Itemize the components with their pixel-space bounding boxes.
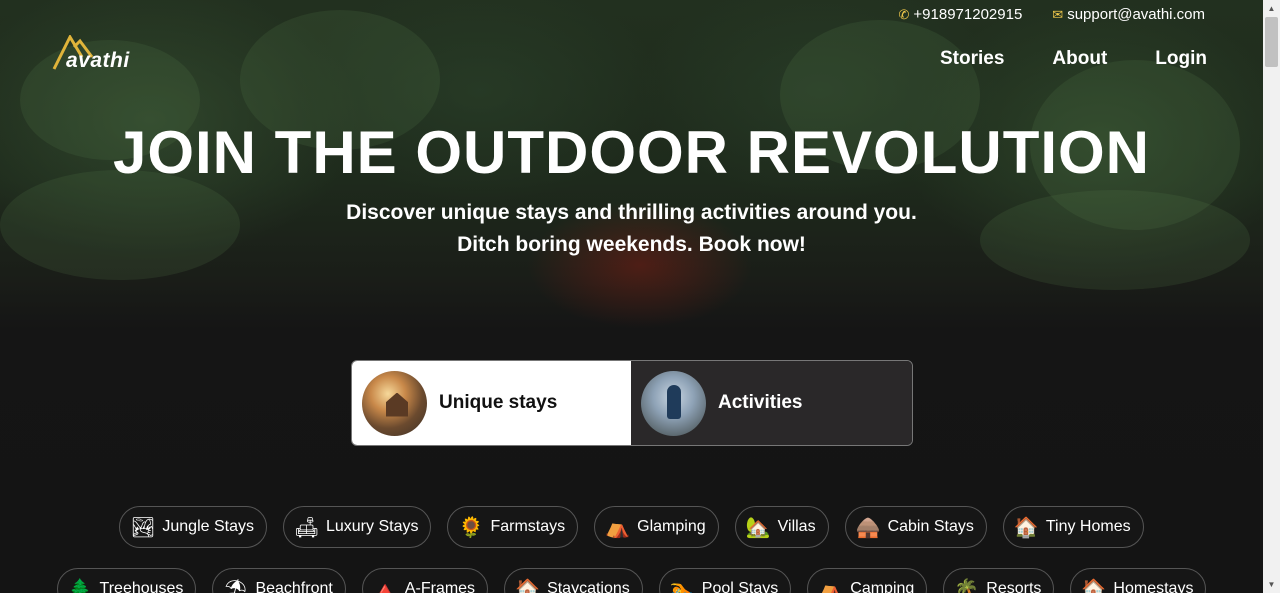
- nav-about[interactable]: About: [1052, 48, 1107, 70]
- chip-label: Treehouses: [99, 580, 184, 593]
- nav-stories[interactable]: Stories: [940, 48, 1004, 70]
- palm-tree-icon: 🌴: [954, 578, 980, 593]
- hero-subtitle-2: Ditch boring weekends. Book now!: [457, 233, 806, 256]
- scroll-up-arrow-icon[interactable]: ▲: [1263, 0, 1280, 17]
- category-chip-treehouses[interactable]: 🌲 Treehouses: [56, 568, 197, 593]
- chip-label: Cabin Stays: [887, 518, 974, 535]
- category-chip-tiny-homes[interactable]: 🏠 Tiny Homes: [1002, 506, 1144, 548]
- house-icon: 🏠: [1081, 578, 1107, 593]
- chip-label: Camping: [850, 580, 915, 593]
- swimmer-icon: 🏊: [669, 578, 695, 593]
- unique-stays-thumbnail: [362, 370, 427, 436]
- tent-icon: ⛺: [818, 578, 844, 593]
- category-chip-glamping[interactable]: ⛺ Glamping: [594, 506, 719, 548]
- toggle-unique-stays-label: Unique stays: [439, 392, 558, 413]
- contact-bar: ✆ +918971202915 ✉ support@avathi.com: [899, 6, 1205, 23]
- chip-label: Farmstays: [490, 518, 566, 535]
- phone-number[interactable]: +918971202915: [913, 6, 1022, 23]
- chip-label: Resorts: [986, 580, 1042, 593]
- jungle-icon: 🏞: [130, 516, 156, 539]
- chip-label: Beachfront: [255, 580, 333, 593]
- phone-icon: ✆: [898, 6, 910, 22]
- chip-label: Staycations: [547, 580, 630, 593]
- beach-umbrella-icon: ⛱: [223, 578, 249, 593]
- envelope-icon: ✉: [1052, 6, 1064, 22]
- email-address[interactable]: support@avathi.com: [1067, 6, 1205, 23]
- contact-email[interactable]: ✉ support@avathi.com: [1052, 6, 1205, 23]
- category-chip-camping[interactable]: ⛺ Camping: [807, 568, 928, 593]
- category-chip-homestays[interactable]: 🏠 Homestays: [1070, 568, 1207, 593]
- sofa-icon: 🛋: [293, 516, 320, 539]
- chip-label: Glamping: [637, 518, 706, 535]
- sunflower-icon: 🌻: [458, 516, 484, 539]
- nav-login[interactable]: Login: [1155, 48, 1207, 70]
- category-chip-jungle-stays[interactable]: 🏞 Jungle Stays: [119, 506, 267, 548]
- scroll-down-arrow-icon[interactable]: ▼: [1263, 576, 1280, 593]
- tent-icon: ⛺: [605, 516, 631, 539]
- house-garden-icon: 🏡: [745, 516, 771, 539]
- category-chip-beachfront[interactable]: ⛱ Beachfront: [212, 568, 346, 593]
- chip-label: A-Frames: [404, 580, 476, 593]
- hero-background: [0, 0, 1263, 593]
- category-chip-villas[interactable]: 🏡 Villas: [734, 506, 829, 548]
- tree-icon: 🌲: [67, 578, 93, 593]
- category-chip-cabin-stays[interactable]: 🛖 Cabin Stays: [844, 506, 987, 548]
- category-chip-resorts[interactable]: 🌴 Resorts: [943, 568, 1055, 593]
- chip-label: Tiny Homes: [1045, 518, 1131, 535]
- activities-thumbnail: [641, 370, 706, 436]
- page-scrollbar[interactable]: ▲ ▼: [1263, 0, 1280, 593]
- house-icon: 🏠: [1013, 516, 1039, 539]
- hut-icon: 🛖: [855, 516, 881, 539]
- toggle-activities[interactable]: Activities: [631, 361, 912, 445]
- category-chip-pool-stays[interactable]: 🏊 Pool Stays: [658, 568, 792, 593]
- hero-subtitle-1: Discover unique stays and thrilling acti…: [346, 201, 917, 224]
- category-chip-a-frames[interactable]: 🔺 A-Frames: [361, 568, 489, 593]
- a-frame-icon: 🔺: [372, 578, 398, 593]
- logo[interactable]: avathi: [52, 35, 142, 75]
- category-chip-farmstays[interactable]: 🌻 Farmstays: [447, 506, 579, 548]
- house-icon: 🏠: [515, 578, 540, 593]
- hero-headline: JOIN THE OUTDOOR REVOLUTION: [112, 119, 1151, 186]
- logo-text: avathi: [66, 49, 130, 72]
- toggle-unique-stays[interactable]: Unique stays: [352, 361, 631, 445]
- contact-phone[interactable]: ✆ +918971202915: [899, 6, 1023, 23]
- chip-label: Jungle Stays: [162, 518, 254, 535]
- chip-label: Pool Stays: [701, 580, 779, 593]
- chip-label: Villas: [777, 518, 816, 535]
- category-row-1: 🏞 Jungle Stays 🛋 Luxury Stays 🌻 Farmstays ⛺…: [0, 506, 1263, 548]
- chip-label: Luxury Stays: [325, 518, 419, 535]
- category-chip-luxury-stays[interactable]: 🛋 Luxury Stays: [282, 506, 432, 548]
- main-nav: Stories About Login: [940, 48, 1207, 70]
- scroll-thumb[interactable]: [1265, 17, 1278, 67]
- chip-label: Homestays: [1113, 580, 1194, 593]
- stays-activities-toggle: Unique stays Activities: [351, 360, 913, 446]
- category-row-2: 🌲 Treehouses ⛱ Beachfront 🔺 A-Frames 🏠 Stayc…: [0, 568, 1263, 593]
- category-chip-staycations[interactable]: 🏠 Staycations: [504, 568, 643, 593]
- toggle-activities-label: Activities: [718, 392, 803, 413]
